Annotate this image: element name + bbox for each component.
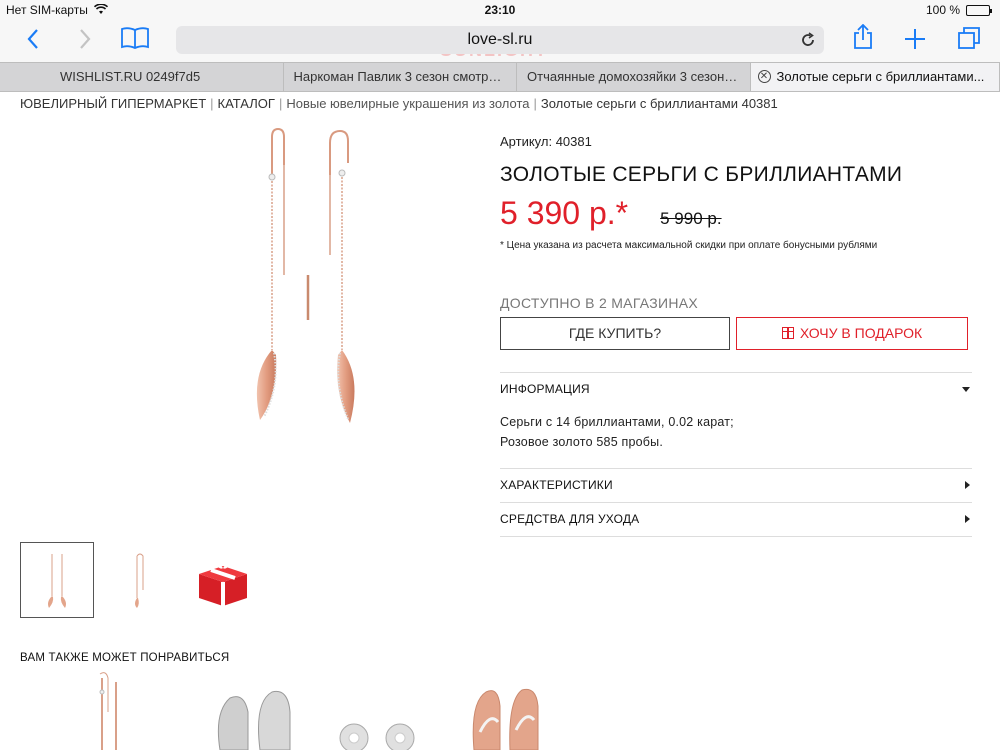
recommendation-item-2[interactable] [210,672,300,750]
gift-icon [781,327,794,339]
care-accordion[interactable]: СРЕДСТВА ДЛЯ УХОДА [500,503,972,537]
info-line-1: Серьги с 14 бриллиантами, 0.02 карат; [500,415,734,429]
tab-wishlist[interactable]: WISHLIST.RU 0249f7d5 [0,63,284,91]
forward-button[interactable] [68,24,102,58]
specs-accordion[interactable]: ХАРАКТЕРИСТИКИ [500,469,972,503]
close-tab-icon[interactable]: ✕ [757,70,771,83]
tabs-overview-button[interactable] [952,24,986,58]
plus-icon [905,29,925,49]
tab-current[interactable]: ✕ Золотые серьги с бриллиантами... [750,63,1000,91]
tabs-icon [958,27,980,49]
product-sku: Артикул: 40381 [500,134,592,149]
chevron-left-icon [27,29,38,49]
price-note: * Цена указана из расчета максимальной с… [500,240,878,251]
product-title: ЗОЛОТЫЕ СЕРЬГИ С БРИЛЛИАНТАМИ [500,163,903,186]
recommendations-carousel [60,672,620,750]
recommendation-item-3[interactable] [330,672,430,750]
share-button[interactable] [846,23,880,58]
clock: 23:10 [484,3,516,17]
breadcrumb-catalog[interactable]: КАТАЛОГ [218,96,275,111]
thumbnail-2[interactable] [103,542,177,618]
address-bar[interactable]: love-sl.ru [176,26,824,54]
thumbnail-1[interactable] [20,542,94,618]
tab-pavlik[interactable]: Наркоман Павлик 3 сезон смотреть... [284,63,517,91]
product-info: Артикул: 40381 ЗОЛОТЫЕ СЕРЬГИ С БРИЛЛИАН… [500,134,972,537]
current-price: 5 390 р.* [500,195,629,231]
caret-right-icon [965,481,970,489]
caret-down-icon [962,387,970,392]
availability-label[interactable]: ДОСТУПНО В 2 МАГАЗИНАХ [500,295,972,311]
price-row: 5 390 р.* 5 990 р. [500,195,972,232]
back-button[interactable] [16,24,50,58]
new-tab-button[interactable] [898,24,932,58]
thumbnail-gift-box[interactable] [186,542,260,618]
breadcrumb-current: Золотые серьги с бриллиантами 40381 [540,96,778,111]
breadcrumb: ЮВЕЛИРНЫЙ ГИПЕРМАРКЕТ | КАТАЛОГ | Новые ювел… [20,96,778,111]
info-accordion-body: Серьги с 14 бриллиантами, 0.02 карат; Ро… [500,406,972,468]
tab-housewives[interactable]: Отчаянные домохозяйки 3 сезон De... [517,63,751,91]
status-bar: Нет SIM-карты 23:10 100 % [0,0,1000,20]
old-price: 5 990 р. [660,209,722,228]
care-accordion-title: СРЕДСТВА ДЛЯ УХОДА [500,512,640,526]
book-icon [121,27,149,49]
battery-percent: 100 % [925,3,960,17]
thumbnail-strip [20,542,260,618]
breadcrumb-category[interactable]: Новые ювелирные украшения из золота [286,96,529,111]
tab-current-label: Золотые серьги с бриллиантами... [776,69,985,84]
care-accordion-header[interactable]: СРЕДСТВА ДЛЯ УХОДА [500,503,972,536]
specs-accordion-title: ХАРАКТЕРИСТИКИ [500,478,613,492]
info-accordion: ИНФОРМАЦИЯ Серьги с 14 бриллиантами, 0.0… [500,372,972,469]
info-accordion-title: ИНФОРМАЦИЯ [500,382,590,396]
want-gift-label: ХОЧУ В ПОДАРОК [799,325,923,341]
browser-toolbar: SUNLIGHT love-sl.ru [0,20,1000,62]
url-text: love-sl.ru [467,31,533,48]
share-icon [854,23,872,49]
reload-icon[interactable] [800,26,816,54]
recommendation-item-1[interactable] [90,672,130,750]
chevron-right-icon [80,29,91,49]
info-line-2: Розовое золото 585 пробы. [500,435,664,449]
battery-icon [966,4,992,16]
caret-right-icon [965,515,970,523]
breadcrumb-home[interactable]: ЮВЕЛИРНЫЙ ГИПЕРМАРКЕТ [20,96,206,111]
specs-accordion-header[interactable]: ХАРАКТЕРИСТИКИ [500,469,972,502]
where-to-buy-button[interactable]: ГДЕ КУПИТЬ? [500,317,730,350]
bookmarks-button[interactable] [118,24,152,58]
product-main-image[interactable] [230,125,380,435]
battery-status: 100 % [925,3,992,17]
recommendations-title: ВАМ ТАКЖЕ МОЖЕТ ПОНРАВИТЬСЯ [20,652,230,664]
info-accordion-header[interactable]: ИНФОРМАЦИЯ [500,373,972,406]
tab-bar: WISHLIST.RU 0249f7d5 Наркоман Павлик 3 с… [0,62,1000,92]
action-buttons: ГДЕ КУПИТЬ? ХОЧУ В ПОДАРОК [500,317,972,350]
want-gift-button[interactable]: ХОЧУ В ПОДАРОК [736,317,968,350]
recommendation-item-4[interactable] [460,672,550,750]
